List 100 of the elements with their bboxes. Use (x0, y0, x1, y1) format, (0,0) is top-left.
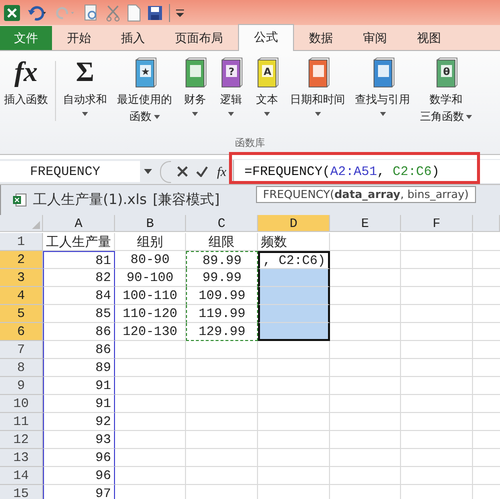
row-header[interactable]: 8 (0, 359, 43, 377)
row-header[interactable]: 2 (0, 251, 43, 269)
ribbon-button[interactable]: 日期和时间 (287, 57, 348, 116)
button-label: 三角函数 (420, 109, 464, 125)
row-header[interactable]: 10 (0, 395, 43, 413)
row-header[interactable]: 3 (0, 269, 43, 287)
table-cell (330, 305, 401, 323)
table-cell: 110-120 (115, 305, 186, 323)
ribbon-tab[interactable]: 公式 (238, 24, 294, 51)
button-label: 最近使用的 (117, 92, 172, 108)
table-cell (258, 269, 330, 287)
column-header[interactable]: A (43, 215, 115, 232)
print-preview-icon[interactable] (83, 4, 99, 22)
name-box[interactable]: FREQUENCY (0, 161, 140, 182)
customize-caret-icon[interactable] (176, 8, 184, 18)
scissors-icon[interactable] (105, 4, 121, 22)
table-cell (330, 341, 401, 359)
row-header[interactable]: 1 (0, 233, 43, 251)
table-cell: 频数 (258, 233, 330, 251)
table-cell (115, 449, 186, 467)
column-header[interactable]: E (330, 215, 401, 232)
save-icon[interactable] (147, 4, 163, 20)
ribbon-button[interactable]: 财务 (179, 57, 211, 116)
table-cell: 120-130 (115, 323, 186, 341)
table-cell: 组别 (115, 233, 186, 251)
table-cell (186, 341, 258, 359)
table-cell (186, 395, 258, 413)
ribbon-button[interactable]: ? 逻辑 (215, 57, 247, 116)
button-label: 财务 (184, 92, 206, 108)
table-cell (330, 431, 401, 449)
row-header[interactable]: 6 (0, 323, 43, 341)
ribbon-button[interactable]: A 文本 (251, 57, 283, 116)
button-label: 函数 (130, 109, 152, 125)
table-cell: 89.99 (186, 251, 258, 269)
table-cell: 96 (43, 449, 115, 467)
workbook-title: 工人生产量(1).xls (33, 191, 147, 209)
table-cell (330, 287, 401, 305)
table-cell (115, 359, 186, 377)
column-header[interactable]: C (186, 215, 258, 232)
button-label: 查找与引用 (355, 92, 410, 108)
compatibility-mode-label: [兼容模式] (152, 191, 220, 209)
excel-logo-icon[interactable] (3, 4, 21, 22)
enter-icon[interactable] (196, 166, 208, 177)
button-label: 自动求和 (63, 92, 107, 108)
caret-icon[interactable] (144, 169, 152, 174)
table-cell (330, 413, 401, 431)
table-cell: 91 (43, 395, 115, 413)
column-header[interactable]: B (115, 215, 186, 232)
ribbon-tab[interactable]: 文件 (0, 26, 52, 50)
column-header[interactable]: D (258, 215, 330, 232)
table-cell (330, 323, 401, 341)
ribbon-tab[interactable]: 视图 (402, 26, 456, 50)
table-cell (330, 233, 401, 251)
table-cell: 100-110 (115, 287, 186, 305)
table-cell (186, 377, 258, 395)
table-cell: 80-90 (115, 251, 186, 269)
row-header[interactable]: 13 (0, 449, 43, 467)
undo-icon[interactable] (27, 4, 49, 20)
row-header[interactable]: 14 (0, 467, 43, 485)
ribbon-tab[interactable]: 数据 (294, 26, 348, 50)
ribbon-tab[interactable]: 插入 (106, 26, 160, 50)
table-cell (330, 467, 401, 485)
table-cell (115, 413, 186, 431)
row-header[interactable]: 7 (0, 341, 43, 359)
table-cell: 96 (43, 467, 115, 485)
table-cell (258, 377, 330, 395)
ribbon-button[interactable]: θ 数学和 三角函数 (417, 57, 475, 125)
document-icon[interactable] (127, 4, 141, 22)
ribbon-button[interactable]: Σ 自动求和 (60, 57, 110, 116)
function-tooltip: FREQUENCY(data_array, bins_array) (256, 186, 476, 203)
table-cell (186, 449, 258, 467)
row-header[interactable]: 4 (0, 287, 43, 305)
row-header[interactable]: 15 (0, 485, 43, 499)
collapse-handle[interactable] (160, 160, 171, 182)
formula-input[interactable]: =FREQUENCY(A2:A51, C2:C6) (233, 160, 500, 183)
table-cell (115, 341, 186, 359)
ribbon-button[interactable]: 查找与引用 (352, 57, 413, 116)
workbook-icon (13, 193, 27, 207)
table-cell (186, 413, 258, 431)
ribbon-tab[interactable]: 页面布局 (160, 26, 238, 50)
button-label: 日期和时间 (290, 92, 345, 108)
column-header[interactable]: F (401, 215, 473, 232)
ribbon-button[interactable]: fx 插入函数 (0, 57, 51, 108)
row-header[interactable]: 5 (0, 305, 43, 323)
row-header[interactable]: 9 (0, 377, 43, 395)
cancel-icon[interactable] (177, 166, 188, 177)
table-cell: 81 (43, 251, 115, 269)
button-label: 数学和 (430, 92, 462, 108)
table-cell (186, 431, 258, 449)
ribbon-tab[interactable]: 开始 (52, 26, 106, 50)
table-cell (115, 377, 186, 395)
table-cell: 86 (43, 323, 115, 341)
table-cell (330, 449, 401, 467)
insert-function-button[interactable]: fx (214, 164, 230, 180)
table-cell (186, 467, 258, 485)
row-header[interactable]: 12 (0, 431, 43, 449)
row-header[interactable]: 11 (0, 413, 43, 431)
ribbon-tab[interactable]: 审阅 (348, 26, 402, 50)
table-cell (258, 305, 330, 323)
ribbon-button[interactable]: ★ 最近使用的 函数 (114, 57, 175, 125)
